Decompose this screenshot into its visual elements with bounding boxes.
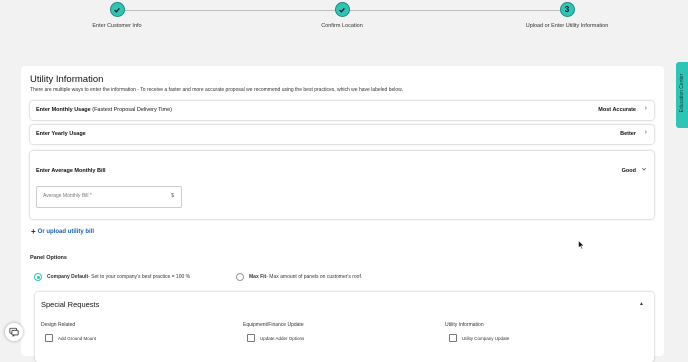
input-placeholder: Average Monthly Bill * [43, 193, 92, 199]
step-utility-info: 3 Upload or Enter Utility Information [487, 2, 647, 29]
education-center-label: Education Center [679, 73, 685, 113]
radio-description: - Max amount of panels on customer's roo… [266, 274, 363, 280]
page-subtitle: There are multiple ways to enter the inf… [30, 87, 403, 93]
upload-utility-bill-link[interactable]: + Or upload utility bill [31, 227, 94, 236]
checkbox-label: Utility Company Update [462, 335, 510, 341]
step-label: Confirm Location [321, 23, 363, 29]
step-confirm-location: Confirm Location [262, 2, 422, 29]
step-number-badge: 3 [559, 2, 575, 17]
checkbox[interactable] [449, 334, 457, 342]
average-monthly-bill-input[interactable]: Average Monthly Bill * $ [36, 186, 182, 208]
checkbox-utility-company-update[interactable]: Utility Company Update [449, 334, 509, 342]
option-title: Enter Monthly Usage (Fastest Proposal De… [36, 107, 172, 113]
checkbox-update-adder-options[interactable]: Update Adder Options [247, 334, 304, 342]
option-rating: Better [620, 131, 636, 137]
radio-label: Company Default [47, 274, 89, 280]
option-title: Enter Average Monthly Bill [36, 168, 106, 174]
chat-icon [9, 327, 19, 337]
plus-icon: + [31, 227, 36, 236]
option-rating: Good [621, 168, 636, 174]
radio-company-default[interactable]: Company Default - Set to your company's … [34, 273, 190, 281]
panel-options-label: Panel Options [30, 255, 67, 261]
chevron-down-icon [641, 166, 647, 174]
progress-stepper: Enter Customer Info Confirm Location 3 U… [0, 0, 688, 42]
radio-selected-icon[interactable] [34, 273, 42, 281]
step-customer-info: Enter Customer Info [37, 2, 197, 29]
special-requests-title: Special Requests [41, 300, 100, 309]
step-number: 3 [564, 4, 570, 14]
caret-up-icon[interactable]: ▲ [639, 301, 644, 307]
option-yearly-usage[interactable]: Enter Yearly Usage Better › [30, 125, 654, 144]
chat-button[interactable] [5, 323, 23, 341]
radio-description: - Set to your company's best practice = … [88, 274, 191, 280]
special-requests-panel: Special Requests ▲ Design Related Equipm… [35, 292, 654, 362]
chevron-right-icon: › [644, 129, 647, 136]
checkbox[interactable] [45, 334, 53, 342]
option-title-main: Enter Monthly Usage [36, 107, 91, 113]
chevron-right-icon: › [644, 105, 647, 112]
option-title-sub: (Fastest Proposal Delivery Time) [92, 107, 173, 113]
column-heading: Equipment/Finance Update [243, 322, 304, 328]
checkbox[interactable] [247, 334, 255, 342]
upload-link-label: Or upload utility bill [37, 229, 95, 235]
utility-card: Utility Information There are multiple w… [21, 66, 664, 362]
step-label: Enter Customer Info [92, 23, 142, 29]
check-icon [334, 2, 350, 17]
mouse-cursor-icon [578, 237, 585, 255]
option-title: Enter Yearly Usage [36, 131, 86, 137]
checkbox-label: Update Adder Options [260, 335, 305, 341]
page-title: Utility Information [30, 74, 104, 85]
option-average-bill[interactable]: Enter Average Monthly Bill Good Average … [30, 151, 654, 219]
radio-unselected-icon[interactable] [236, 273, 244, 281]
currency-suffix: $ [171, 193, 174, 199]
checkbox-label: Add Ground Mount [58, 335, 97, 341]
column-heading: Design Related [41, 322, 76, 328]
option-rating: Most Accurate [598, 107, 636, 113]
check-icon [109, 2, 125, 17]
column-heading: Utility Information [445, 322, 484, 328]
radio-label: Max Fit [249, 274, 267, 280]
option-monthly-usage[interactable]: Enter Monthly Usage (Fastest Proposal De… [30, 101, 654, 120]
education-center-tab[interactable]: Education Center [676, 62, 688, 128]
checkbox-add-ground-mount[interactable]: Add Ground Mount [45, 334, 96, 342]
step-label: Upload or Enter Utility Information [525, 23, 609, 29]
radio-max-fit[interactable]: Max Fit - Max amount of panels on custom… [236, 273, 362, 281]
